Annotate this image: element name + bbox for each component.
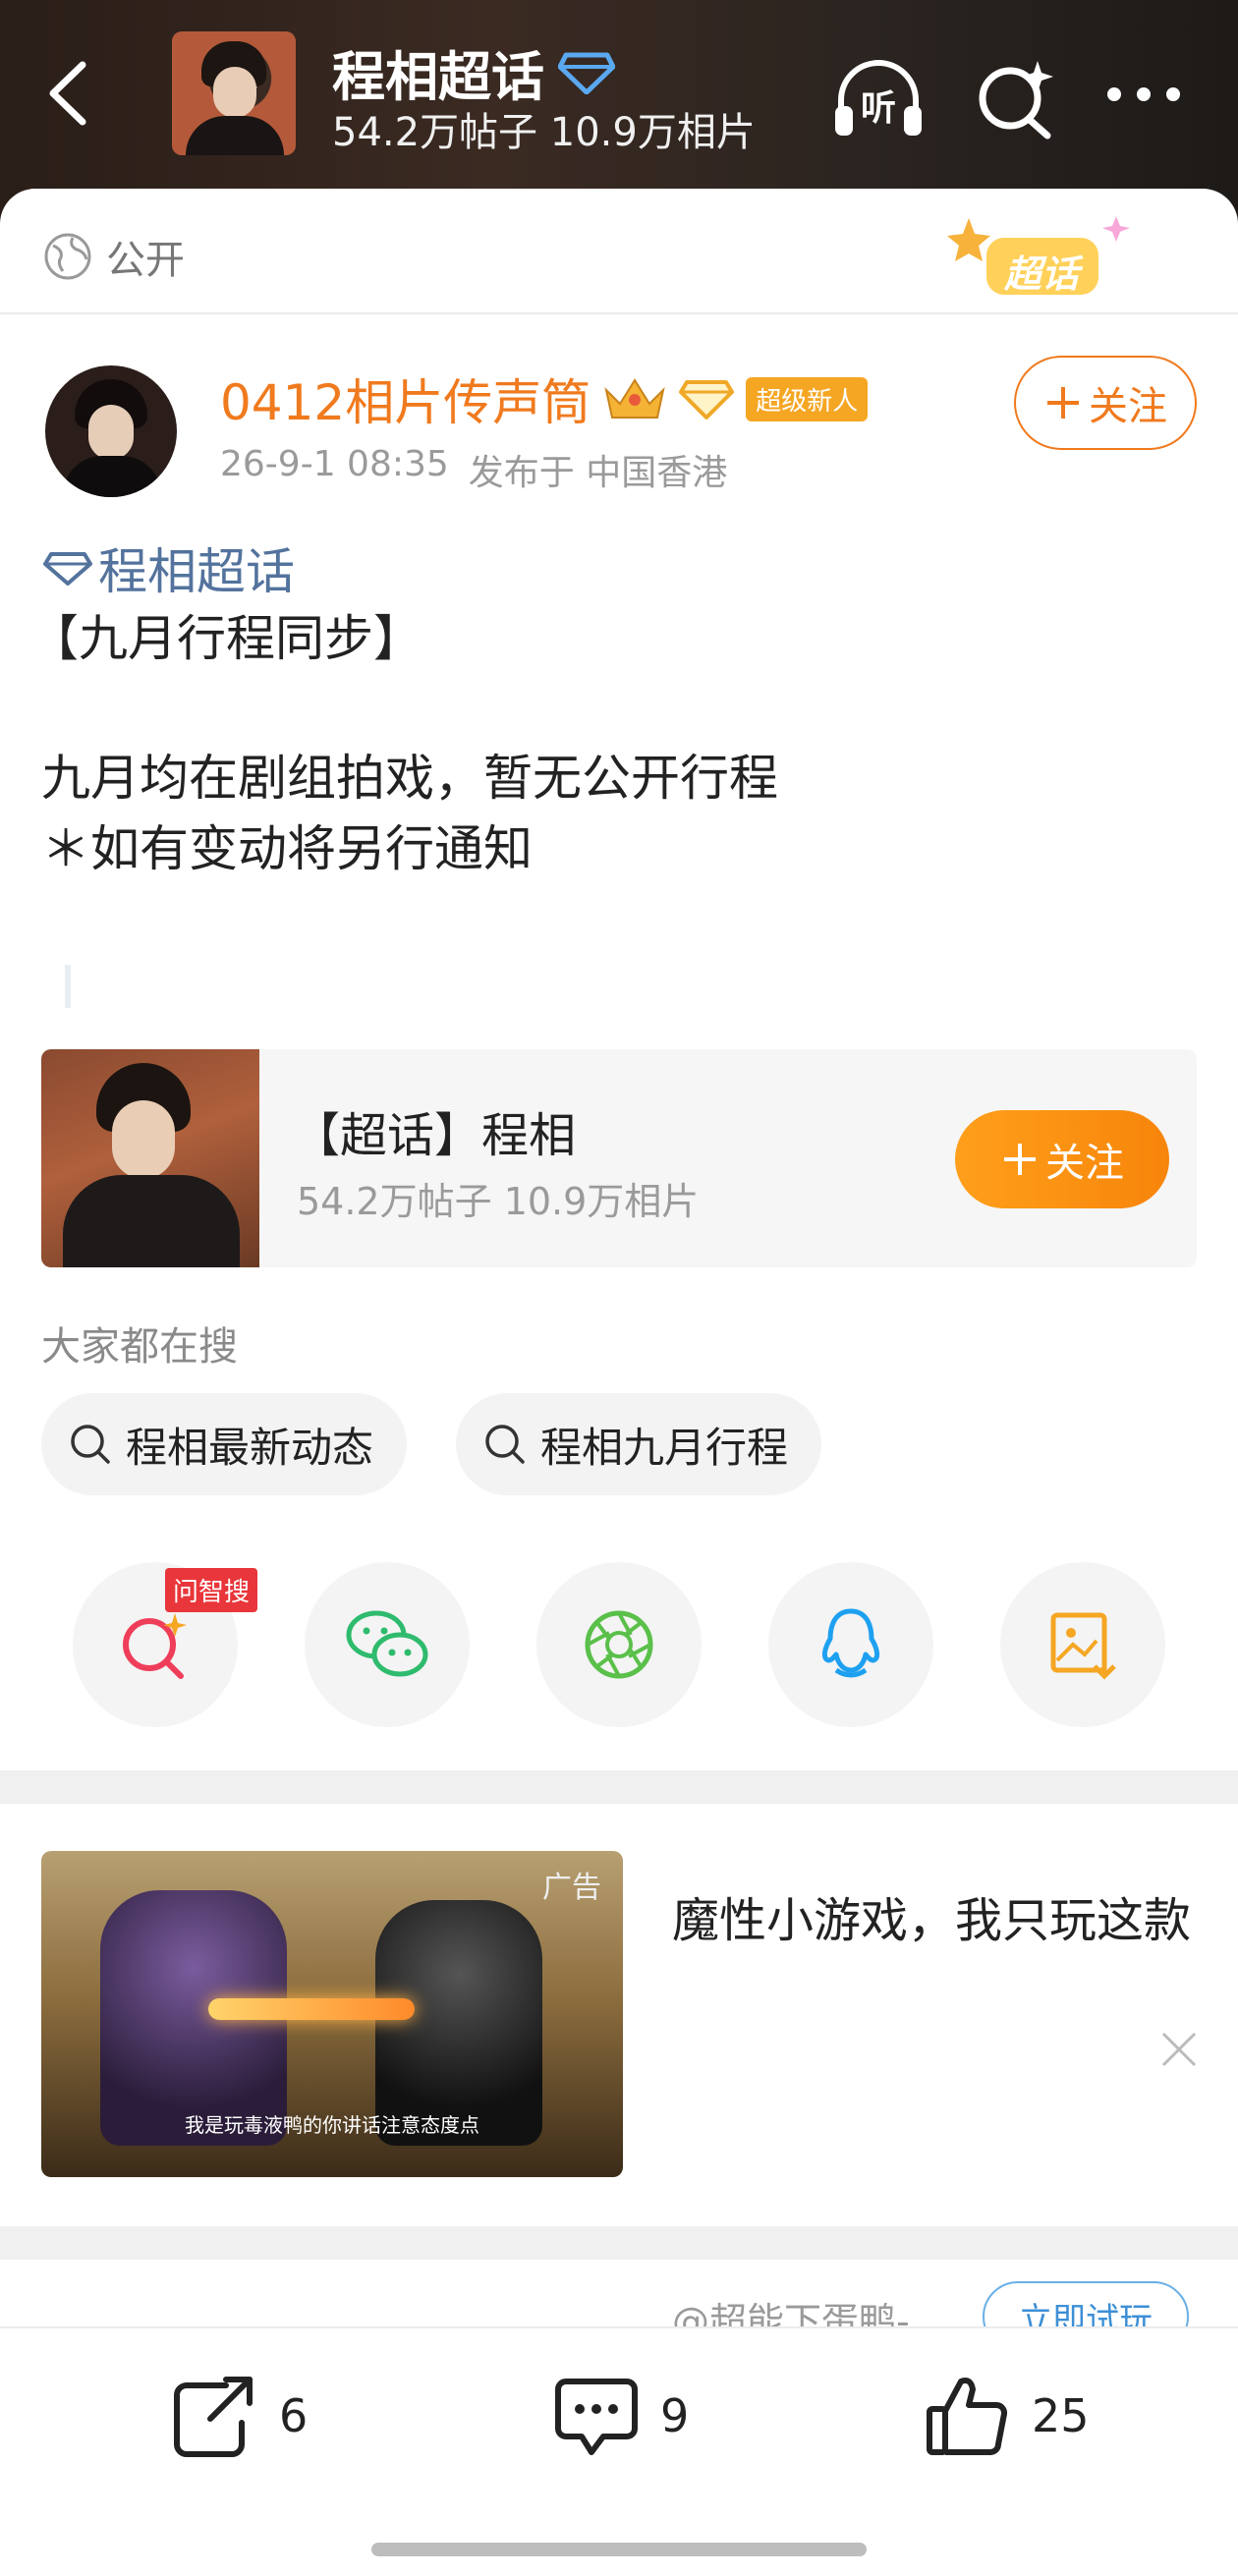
moments-icon: [585, 1610, 653, 1679]
topic-link-label: 程相超话: [98, 543, 295, 600]
supertopic-card-image: [41, 1049, 259, 1267]
image-placeholder: [65, 965, 71, 1008]
like-count: 25: [1032, 2389, 1090, 2442]
more-dots-icon: [1107, 87, 1180, 101]
post-time: 26-9-1 08:35: [220, 444, 449, 484]
repost-button[interactable]: 6: [167, 2372, 308, 2460]
super-newcomer-badge: 超级新人: [746, 376, 869, 421]
search-suggestion-label: 程相九月行程: [540, 1423, 789, 1472]
plus-icon: [1047, 387, 1079, 419]
follow-author-label: 关注: [1089, 384, 1167, 429]
comment-count: 9: [660, 2389, 690, 2442]
like-button[interactable]: 25: [924, 2372, 1090, 2460]
save-image-button[interactable]: [1000, 1562, 1165, 1727]
listen-label: 听: [861, 88, 896, 129]
post-text-line: 【九月行程同步】: [29, 610, 422, 667]
ad-title[interactable]: 魔性小游戏，我只玩这款: [672, 1888, 1203, 1953]
crown-icon: [604, 378, 665, 419]
listen-button[interactable]: 听: [831, 55, 922, 143]
trending-search-label: 大家都在搜: [41, 1324, 238, 1370]
bottom-action-bar: 6 9 25: [0, 2326, 1238, 2576]
ad-close-button[interactable]: [1157, 2028, 1201, 2071]
post-content-sheet: 公开 超话 0412相片传声筒 超级新人 26-9-1 08:35 发布于 中国…: [0, 189, 1238, 2576]
share-wechat-button[interactable]: [305, 1562, 470, 1727]
back-button[interactable]: [39, 59, 98, 128]
zhisou-search-icon: [123, 1613, 187, 1679]
post-location: 发布于 中国香港: [468, 453, 728, 493]
follow-supertopic-button[interactable]: 关注: [955, 1110, 1169, 1208]
post-meta: 26-9-1 08:35 发布于 中国香港: [220, 444, 727, 495]
globe-icon: [44, 233, 91, 280]
repost-count: 6: [279, 2389, 309, 2442]
visibility-label: 公开: [106, 238, 185, 283]
chaohua-sticker-label: 超话: [1004, 252, 1080, 296]
follow-supertopic-label: 关注: [1045, 1141, 1124, 1186]
chevron-left-icon: [49, 61, 86, 126]
plus-icon: [1004, 1144, 1036, 1175]
ad-caption: 我是玩毒液鸭的你讲话注意态度点: [185, 2113, 479, 2137]
wechat-icon: [346, 1610, 428, 1677]
home-indicator[interactable]: [371, 2543, 867, 2556]
diamond-icon: [558, 52, 615, 94]
supertopic-stats: 54.2万帖子 10.9万相片: [332, 110, 756, 155]
chaohua-sticker: 超话: [943, 210, 1140, 305]
topic-link[interactable]: 程相超话: [43, 532, 295, 603]
search-icon: [485, 1425, 525, 1464]
post-detail-page: 程相超话 54.2万帖子 10.9万相片 听 公开 超话 0412相片传声筒 超…: [0, 0, 1238, 2576]
section-divider: [0, 1770, 1238, 1804]
search-suggestion-label: 程相最新动态: [126, 1423, 374, 1472]
qq-icon: [821, 1608, 880, 1678]
headphones-listen-icon: 听: [835, 60, 922, 136]
section-divider: [0, 2226, 1238, 2260]
share-qq-button[interactable]: [768, 1562, 933, 1727]
comment-button[interactable]: 9: [552, 2372, 689, 2460]
thumbs-up-icon: [927, 2378, 1008, 2455]
search-button[interactable]: [973, 55, 1061, 143]
share-moments-button[interactable]: [536, 1562, 702, 1727]
follow-author-button[interactable]: 关注: [1014, 356, 1197, 450]
ad-tag: 广告: [542, 1871, 601, 1905]
diamond-level-icon: [679, 380, 735, 420]
supertopic-card[interactable]: 【超话】程相 54.2万帖子 10.9万相片 关注: [41, 1049, 1197, 1267]
supertopic-avatar[interactable]: [172, 31, 296, 155]
close-icon: [1161, 2032, 1197, 2067]
post-text-line: ＊如有变动将另行通知: [41, 820, 533, 877]
repost-icon: [174, 2377, 253, 2457]
supertopic-card-title: 【超话】程相: [293, 1108, 577, 1163]
search-icon: [71, 1425, 110, 1464]
author-name[interactable]: 0412相片传声筒: [220, 364, 591, 434]
divider: [0, 312, 1238, 314]
zhisou-tag: 问智搜: [165, 1568, 258, 1612]
search-sparkle-icon: [979, 61, 1053, 140]
comment-icon: [555, 2379, 638, 2455]
diamond-icon: [43, 552, 92, 586]
search-suggestion-chip[interactable]: 程相九月行程: [456, 1393, 822, 1495]
more-button[interactable]: [1100, 55, 1189, 143]
visibility-row: 公开: [43, 228, 185, 285]
save-image-icon: [1050, 1612, 1116, 1680]
author-avatar[interactable]: [45, 365, 177, 497]
supertopic-card-stats: 54.2万帖子 10.9万相片: [297, 1180, 700, 1223]
post-text-line: 九月均在剧组拍戏，暂无公开行程: [41, 750, 778, 807]
search-suggestion-chip[interactable]: 程相最新动态: [41, 1393, 408, 1495]
ad-image[interactable]: 广告 我是玩毒液鸭的你讲话注意态度点: [41, 1851, 623, 2177]
